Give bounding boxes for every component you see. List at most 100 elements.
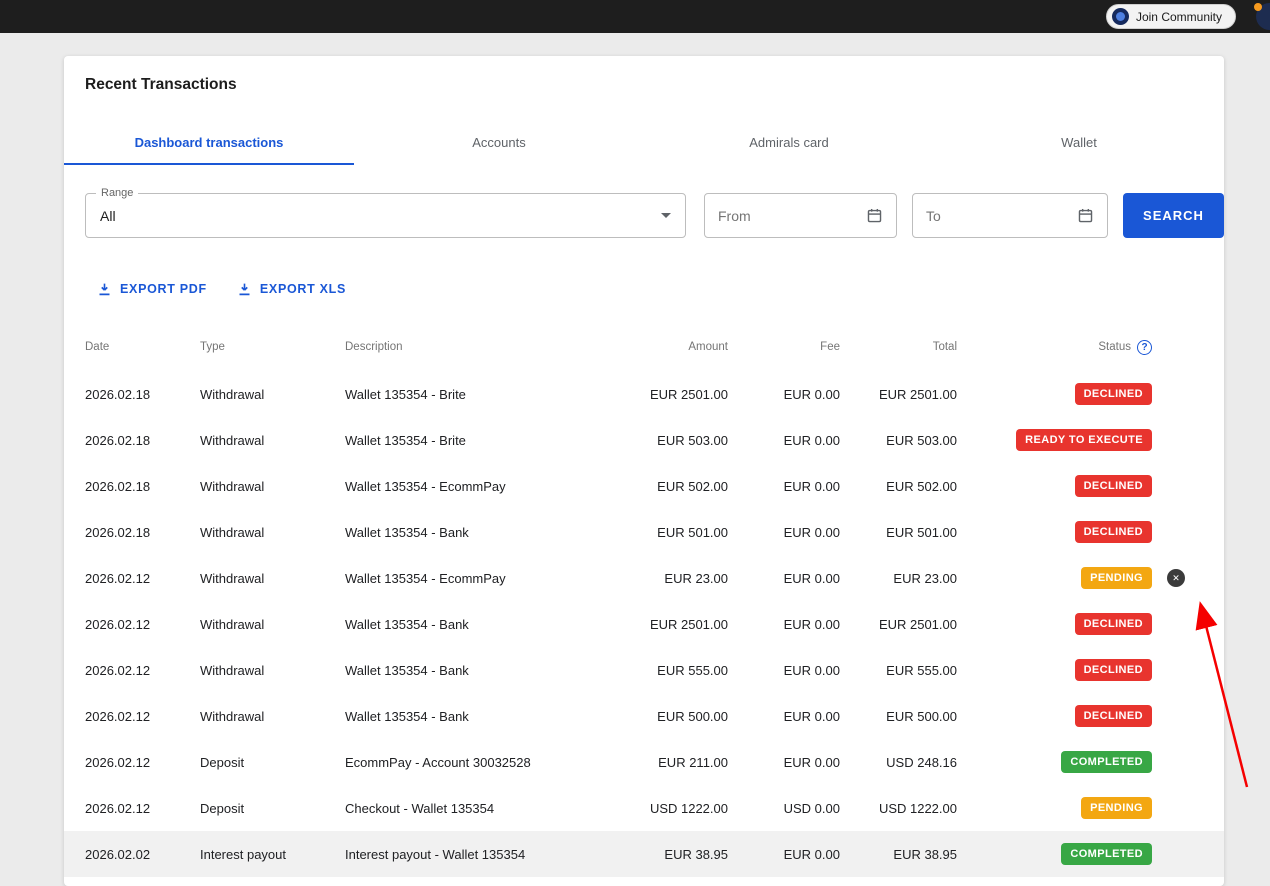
cell-description: Wallet 135354 - Brite <box>345 386 466 402</box>
table-row[interactable]: 2026.02.12 Deposit EcommPay - Account 30… <box>64 739 1224 785</box>
cell-amount: EUR 502.00 <box>657 478 728 494</box>
cell-type: Deposit <box>200 800 245 816</box>
cell-total: EUR 2501.00 <box>878 616 957 632</box>
close-icon: ✕ <box>1172 572 1180 583</box>
cell-total: EUR 555.00 <box>886 662 957 678</box>
transactions-tabs: Dashboard transactions Accounts Admirals… <box>64 123 1224 165</box>
calendar-icon[interactable] <box>1077 207 1094 224</box>
cell-total: EUR 2501.00 <box>878 386 957 402</box>
table-row[interactable]: 2026.02.12 Withdrawal Wallet 135354 - Ba… <box>64 693 1224 739</box>
cell-description: Wallet 135354 - EcommPay <box>345 570 506 586</box>
cell-fee: EUR 0.00 <box>783 754 840 770</box>
filter-bar: Range All From To SEARCH <box>85 187 1224 238</box>
status-badge: COMPLETED <box>1061 843 1152 865</box>
cell-date: 2026.02.12 <box>85 570 151 586</box>
panel-title: Recent Transactions <box>85 76 237 93</box>
cell-total: EUR 23.00 <box>893 570 957 586</box>
export-xls-button[interactable]: EXPORT XLS <box>237 281 346 297</box>
tab-wallet[interactable]: Wallet <box>934 123 1224 165</box>
table-row[interactable]: 2026.02.12 Deposit Checkout - Wallet 135… <box>64 785 1224 831</box>
cell-fee: EUR 0.00 <box>783 846 840 862</box>
tab-admirals-card[interactable]: Admirals card <box>644 123 934 165</box>
table-row[interactable]: 2026.02.12 Withdrawal Wallet 135354 - Ba… <box>64 647 1224 693</box>
status-badge: READY TO EXECUTE <box>1016 429 1152 451</box>
search-button[interactable]: SEARCH <box>1123 193 1224 238</box>
cell-description: Wallet 135354 - Brite <box>345 432 466 448</box>
header-amount: Amount <box>688 341 728 353</box>
table-header-row: Date Type Description Amount Fee Total S… <box>64 337 1224 357</box>
cell-description: Wallet 135354 - Bank <box>345 616 469 632</box>
cell-total: EUR 501.00 <box>886 524 957 540</box>
cell-fee: EUR 0.00 <box>783 524 840 540</box>
table-row[interactable]: 2026.02.12 Withdrawal Wallet 135354 - Ec… <box>64 555 1224 601</box>
cell-fee: EUR 0.00 <box>783 708 840 724</box>
cell-fee: USD 0.00 <box>783 800 840 816</box>
tab-accounts[interactable]: Accounts <box>354 123 644 165</box>
table-row[interactable]: 2026.02.12 Withdrawal Wallet 135354 - Ba… <box>64 601 1224 647</box>
download-icon <box>99 283 110 295</box>
cell-date: 2026.02.12 <box>85 708 151 724</box>
download-icon <box>239 283 250 295</box>
status-help-icon[interactable]: ? <box>1137 339 1152 355</box>
table-row[interactable]: 2026.02.18 Withdrawal Wallet 135354 - Ec… <box>64 463 1224 509</box>
range-select[interactable]: Range All <box>85 187 686 238</box>
date-to-input[interactable]: To <box>912 193 1108 238</box>
cell-description: Wallet 135354 - Bank <box>345 662 469 678</box>
cell-amount: EUR 555.00 <box>657 662 728 678</box>
cell-total: EUR 503.00 <box>886 432 957 448</box>
table-row[interactable]: 2026.02.02 Interest payout Interest payo… <box>64 831 1224 877</box>
status-badge: DECLINED <box>1074 521 1152 543</box>
cell-description: Wallet 135354 - Bank <box>345 524 469 540</box>
cell-amount: EUR 38.95 <box>664 846 728 862</box>
status-badge: DECLINED <box>1074 659 1152 681</box>
cell-description: EcommPay - Account 30032528 <box>345 754 531 770</box>
status-badge: DECLINED <box>1074 475 1152 497</box>
cell-description: Wallet 135354 - EcommPay <box>345 478 506 494</box>
status-badge: COMPLETED <box>1061 751 1152 773</box>
table-row[interactable]: 2026.02.18 Withdrawal Wallet 135354 - Ba… <box>64 509 1224 555</box>
cell-amount: EUR 23.00 <box>664 570 728 586</box>
chevron-down-icon <box>661 213 671 218</box>
cancel-transaction-button[interactable]: ✕ <box>1167 569 1185 587</box>
export-actions: EXPORT PDF EXPORT XLS <box>97 281 1224 297</box>
cell-description: Interest payout - Wallet 135354 <box>345 846 526 862</box>
cell-fee: EUR 0.00 <box>783 386 840 402</box>
recent-transactions-panel: Recent Transactions Dashboard transactio… <box>64 56 1224 886</box>
cell-type: Deposit <box>200 754 245 770</box>
cell-date: 2026.02.12 <box>85 616 151 632</box>
table-row[interactable]: 2026.02.18 Withdrawal Wallet 135354 - Br… <box>64 417 1224 463</box>
cell-type: Withdrawal <box>200 662 265 678</box>
cell-fee: EUR 0.00 <box>783 432 840 448</box>
header-date: Date <box>85 341 110 353</box>
table-row[interactable]: 2026.02.18 Withdrawal Wallet 135354 - Br… <box>64 371 1224 417</box>
join-community-button[interactable]: Join Community <box>1105 4 1236 29</box>
header-total: Total <box>932 341 957 353</box>
date-from-input[interactable]: From <box>704 193 897 238</box>
tab-dashboard-transactions[interactable]: Dashboard transactions <box>64 123 354 165</box>
header-fee: Fee <box>820 341 840 353</box>
export-xls-label: EXPORT XLS <box>259 282 347 296</box>
status-badge: DECLINED <box>1074 705 1152 727</box>
cell-type: Interest payout <box>200 846 286 862</box>
cell-amount: EUR 2501.00 <box>649 386 728 402</box>
user-avatar[interactable] <box>1254 3 1270 30</box>
community-icon <box>1111 8 1129 25</box>
calendar-icon[interactable] <box>866 207 883 224</box>
status-badge: DECLINED <box>1074 613 1152 635</box>
cell-total: EUR 38.95 <box>893 846 957 862</box>
date-from-placeholder: From <box>718 207 751 224</box>
range-select-value: All <box>100 207 116 224</box>
status-badge: PENDING <box>1081 567 1152 589</box>
date-to-placeholder: To <box>926 207 941 224</box>
cell-total: USD 248.16 <box>886 754 957 770</box>
cell-type: Withdrawal <box>200 616 265 632</box>
cell-fee: EUR 0.00 <box>783 478 840 494</box>
cell-type: Withdrawal <box>200 570 265 586</box>
export-pdf-button[interactable]: EXPORT PDF <box>97 281 207 297</box>
cell-amount: EUR 2501.00 <box>649 616 728 632</box>
cell-type: Withdrawal <box>200 386 265 402</box>
cell-total: USD 1222.00 <box>878 800 957 816</box>
cell-amount: USD 1222.00 <box>649 800 728 816</box>
cell-total: EUR 502.00 <box>886 478 957 494</box>
cell-fee: EUR 0.00 <box>783 616 840 632</box>
